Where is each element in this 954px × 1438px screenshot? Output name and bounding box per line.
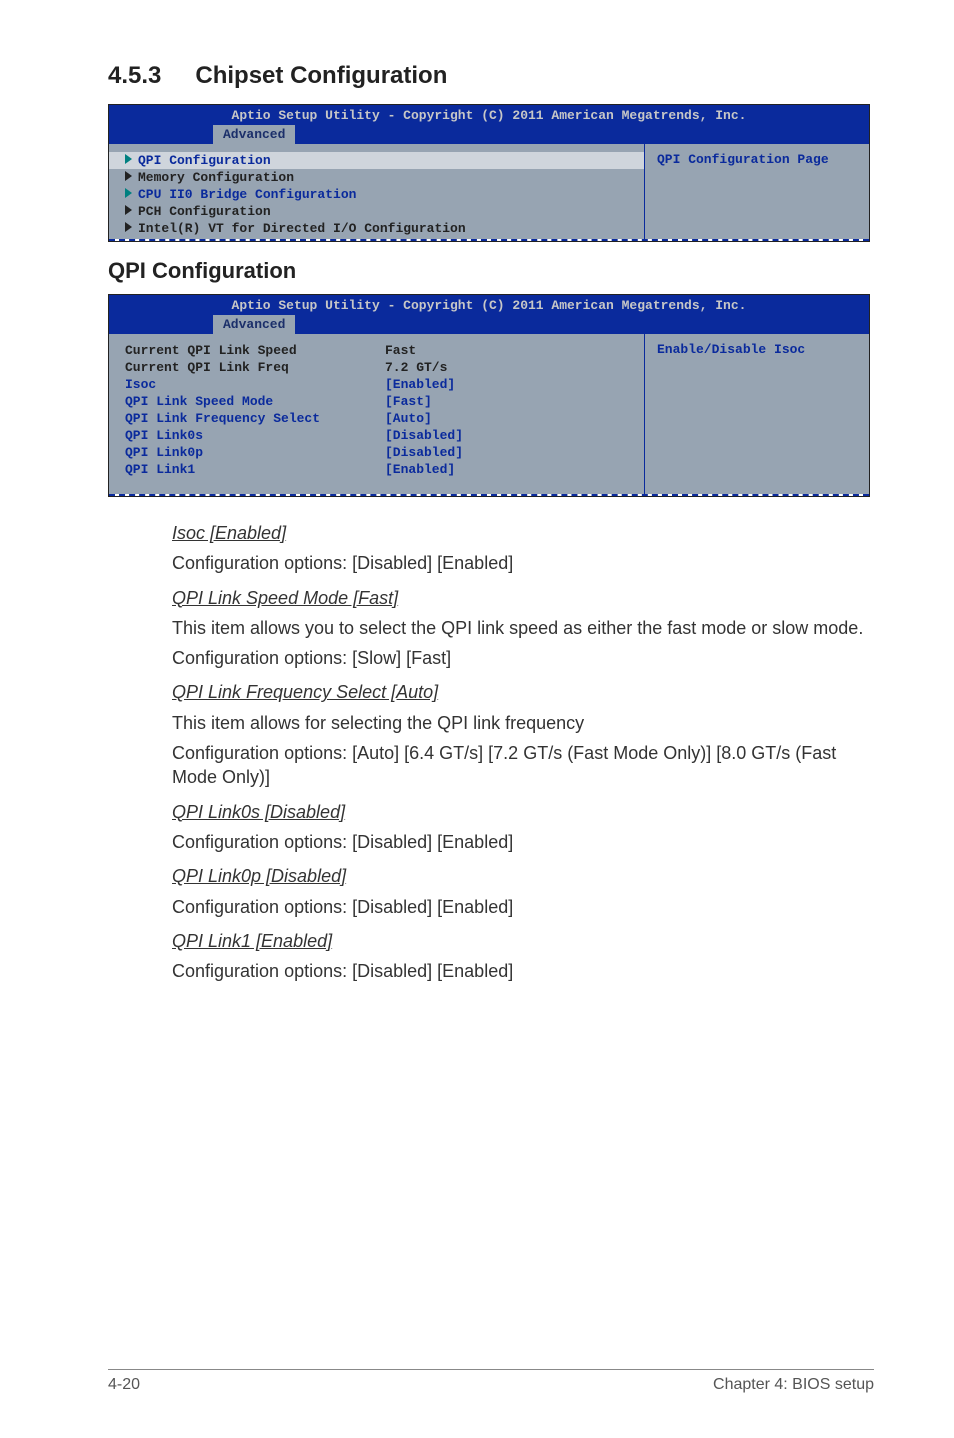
chevron-right-icon [125,171,132,181]
item-link0s-heading: QPI Link0s [Disabled] [172,802,345,822]
item-freq-desc2: Configuration options: [Auto] [6.4 GT/s]… [172,741,868,790]
item-speed-desc2: Configuration options: [Slow] [Fast] [172,646,868,670]
chapter-label: Chapter 4: BIOS setup [713,1376,874,1394]
row-current-link-freq: Current QPI Link Freq7.2 GT/s [125,359,636,376]
row-current-link-speed: Current QPI Link SpeedFast [125,342,636,359]
bios-help-panel: Enable/Disable Isoc [645,334,869,494]
chevron-right-icon [125,222,132,232]
item-link1-heading: QPI Link1 [Enabled] [172,931,332,951]
item-isoc-desc: Configuration options: [Disabled] [Enabl… [172,551,868,575]
chevron-right-icon [125,205,132,215]
bios-tab-advanced[interactable]: Advanced [213,125,295,144]
page-footer: 4-20 Chapter 4: BIOS setup [108,1369,874,1394]
item-link0s-desc: Configuration options: [Disabled] [Enabl… [172,830,868,854]
row-qpi-link1[interactable]: QPI Link1[Enabled] [125,461,636,478]
bios-tab-bar: Advanced [109,315,869,334]
bios-header-text: Aptio Setup Utility - Copyright (C) 2011… [109,298,869,315]
page-number: 4-20 [108,1376,140,1394]
subsection-heading: QPI Configuration [108,258,874,284]
bios-help-text: QPI Configuration Page [657,152,861,167]
row-qpi-link-frequency-select[interactable]: QPI Link Frequency Select[Auto] [125,410,636,427]
bios-main-panel: Current QPI Link SpeedFast Current QPI L… [109,334,645,494]
bios-help-panel: QPI Configuration Page [645,144,869,239]
item-link0p-heading: QPI Link0p [Disabled] [172,866,346,886]
row-qpi-link0p[interactable]: QPI Link0p[Disabled] [125,444,636,461]
item-freq-desc1: This item allows for selecting the QPI l… [172,711,868,735]
section-number: 4.5.3 [108,62,161,90]
item-freq-heading: QPI Link Frequency Select [Auto] [172,682,438,702]
item-speed-heading: QPI Link Speed Mode [Fast] [172,588,398,608]
bios-header: Aptio Setup Utility - Copyright (C) 2011… [109,295,869,334]
bios-tab-bar: Advanced [109,125,869,144]
bios-header-text: Aptio Setup Utility - Copyright (C) 2011… [109,108,869,125]
bios-footer-divider [109,494,869,496]
menu-cpu-iio-bridge[interactable]: CPU II0 Bridge Configuration [125,186,636,203]
row-qpi-link-speed-mode[interactable]: QPI Link Speed Mode[Fast] [125,393,636,410]
item-isoc-heading: Isoc [Enabled] [172,523,286,543]
chevron-right-icon [125,154,132,164]
row-isoc[interactable]: Isoc[Enabled] [125,376,636,393]
bios-tab-advanced[interactable]: Advanced [213,315,295,334]
item-speed-desc1: This item allows you to select the QPI l… [172,616,868,640]
bios-screenshot-2: Aptio Setup Utility - Copyright (C) 2011… [108,294,870,497]
item-link1-desc: Configuration options: [Disabled] [Enabl… [172,959,868,983]
menu-pch-configuration[interactable]: PCH Configuration [125,203,636,220]
bios-main-panel: QPI Configuration Memory Configuration C… [109,144,645,239]
bios-screenshot-1: Aptio Setup Utility - Copyright (C) 2011… [108,104,870,242]
menu-memory-configuration[interactable]: Memory Configuration [125,169,636,186]
description-block: Isoc [Enabled] Configuration options: [D… [108,521,868,983]
bios-help-text: Enable/Disable Isoc [657,342,861,357]
bios-header: Aptio Setup Utility - Copyright (C) 2011… [109,105,869,144]
menu-intel-vt-d[interactable]: Intel(R) VT for Directed I/O Configurati… [125,220,636,237]
section-title-text: Chipset Configuration [195,62,447,89]
item-link0p-desc: Configuration options: [Disabled] [Enabl… [172,895,868,919]
section-heading: 4.5.3 Chipset Configuration [108,62,874,90]
bios-footer-divider [109,239,869,241]
row-qpi-link0s[interactable]: QPI Link0s[Disabled] [125,427,636,444]
chevron-right-icon [125,188,132,198]
menu-qpi-configuration[interactable]: QPI Configuration [109,152,644,169]
